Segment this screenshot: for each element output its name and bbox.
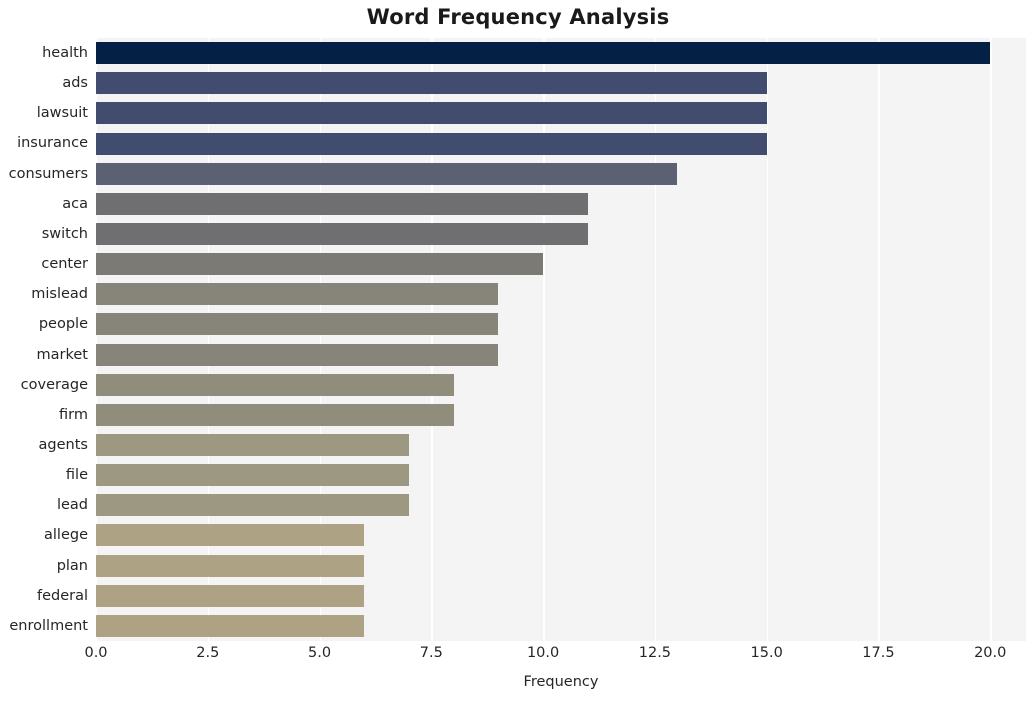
bar-row [96, 128, 1026, 158]
x-axis-tick-labels: 0.0 2.5 5.0 7.5 10.0 12.5 15.0 17.5 20.0 [84, 645, 1026, 669]
bars-container [96, 38, 1026, 641]
y-tick-label-file: file [65, 467, 88, 484]
bar-row [96, 430, 1026, 460]
x-tick-label-0: 0.0 [84, 645, 108, 661]
y-tick-label-federal: federal [36, 587, 88, 604]
plot-area [96, 38, 1026, 641]
y-tick-label-health: health [42, 45, 88, 61]
x-axis-title: Frequency [523, 674, 599, 690]
bar-lawsuit [96, 102, 767, 125]
y-tick-label-consumers: consumers [8, 165, 88, 182]
bar-file [96, 464, 409, 487]
bar-mislead [96, 283, 499, 306]
y-tick-label-aca: aca [62, 195, 88, 212]
bar-coverage [96, 373, 454, 396]
bar-market [96, 343, 499, 366]
y-tick-label-mislead: mislead [31, 286, 88, 303]
x-tick-label-4: 10.0 [526, 645, 560, 661]
bar-row [96, 68, 1026, 98]
bar-row [96, 460, 1026, 490]
bar-row [96, 340, 1026, 370]
y-tick-label-lead: lead [56, 497, 88, 514]
x-tick-label-6: 15.0 [750, 645, 783, 661]
bar-row [96, 279, 1026, 309]
x-tick-label-8: 20.0 [974, 645, 1007, 661]
bar-allege [96, 524, 365, 547]
bar-health [96, 42, 991, 65]
bar-lead [96, 494, 409, 517]
bar-people [96, 313, 499, 336]
y-tick-label-lawsuit: lawsuit [36, 105, 88, 122]
y-tick-label-agents: agents [38, 436, 88, 453]
bar-row [96, 309, 1026, 339]
y-tick-label-people: people [38, 316, 88, 333]
y-tick-label-enrollment: enrollment [9, 617, 88, 634]
y-tick-label-firm: firm [59, 406, 88, 423]
x-tick-label-5: 12.5 [638, 645, 672, 661]
y-tick-label-allege: allege [44, 527, 88, 544]
y-tick-label-ads: ads [62, 75, 88, 92]
bar-row [96, 581, 1026, 611]
x-tick-label-2: 5.0 [308, 645, 332, 661]
bar-row [96, 38, 1026, 68]
bar-consumers [96, 162, 678, 185]
bar-row [96, 611, 1026, 641]
bar-plan [96, 554, 365, 577]
bar-row [96, 249, 1026, 279]
bar-row [96, 98, 1026, 128]
bar-row [96, 370, 1026, 400]
y-tick-label-coverage: coverage [20, 376, 88, 393]
x-tick-label-3: 7.5 [419, 645, 443, 661]
bar-firm [96, 403, 454, 426]
y-tick-label-plan: plan [56, 557, 88, 574]
bar-agents [96, 434, 409, 456]
page-title: Word Frequency Analysis [366, 5, 670, 29]
y-axis-tick-labels: health ads lawsuit insurance consumers aca swi… [0, 38, 96, 641]
bar-row [96, 551, 1026, 581]
x-tick-label-7: 17.5 [862, 645, 895, 661]
bar-row [96, 520, 1026, 550]
bar-federal [96, 584, 365, 607]
y-tick-label-insurance: insurance [17, 135, 88, 152]
bar-center [96, 253, 544, 276]
bar-row [96, 490, 1026, 520]
x-tick-label-1: 2.5 [196, 645, 220, 661]
bar-row [96, 219, 1026, 249]
bar-row [96, 189, 1026, 219]
bar-switch [96, 222, 588, 245]
bar-row [96, 400, 1026, 430]
bar-enrollment [96, 614, 365, 637]
bar-row [96, 159, 1026, 189]
chart-figure: Word Frequency Analysis health ads lawsuit… [0, 0, 1036, 701]
y-tick-label-center: center [41, 256, 88, 273]
y-tick-label-switch: switch [41, 225, 88, 242]
bar-ads [96, 72, 767, 95]
y-tick-label-market: market [36, 346, 88, 363]
bar-insurance [96, 132, 767, 155]
bar-aca [96, 192, 588, 215]
